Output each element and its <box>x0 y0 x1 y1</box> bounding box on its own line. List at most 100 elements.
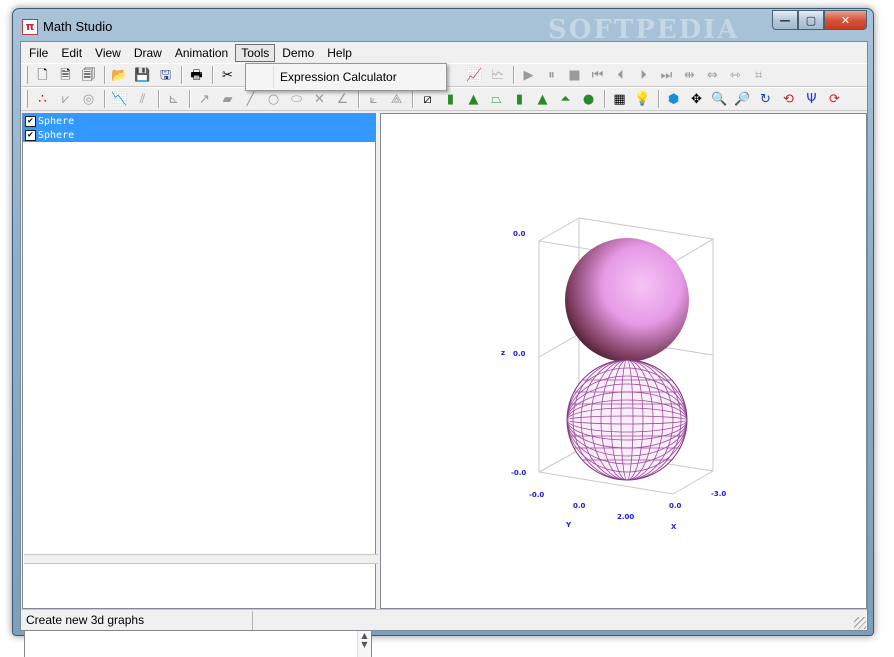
title-bar[interactable]: π Math Studio SOFTPEDIA — ▢ ✕ <box>13 9 873 45</box>
circle-icon[interactable]: ○ <box>263 89 284 109</box>
cone2-icon[interactable]: ⏶ <box>555 89 576 109</box>
menu-demo[interactable]: Demo <box>276 44 320 62</box>
client-area: File Edit View Draw Animation Tools Demo… <box>20 41 868 657</box>
object-tree[interactable]: ✔ Sphere ✔ Sphere ▲▼ ◀ ▶ <box>22 113 378 657</box>
tree-item-label: Sphere <box>38 129 75 141</box>
line-icon[interactable]: ╱ <box>240 89 261 109</box>
truncated-cone-icon[interactable]: ⏢ <box>486 89 507 109</box>
tree-item[interactable]: ✔ Sphere <box>23 114 375 128</box>
toolbar-separator <box>104 66 106 84</box>
z-axis-label: z <box>501 349 505 357</box>
menu-help[interactable]: Help <box>321 44 358 62</box>
open-folder-icon[interactable]: 📂 <box>109 65 130 85</box>
right-tick-label: 0.0 <box>669 502 682 510</box>
toolbar-grip[interactable] <box>25 90 28 108</box>
tree-item-checkbox[interactable]: ✔ <box>25 115 36 127</box>
grid-icon[interactable]: ▦ <box>609 89 630 109</box>
previous-frame-icon[interactable]: ⏴ <box>610 65 631 85</box>
plot2d-alt-icon[interactable]: ⫽ <box>132 89 153 109</box>
menu-file[interactable]: File <box>23 44 54 62</box>
vertical-scrollbar[interactable]: ▲ ▼ <box>357 631 371 657</box>
menu-tools[interactable]: Tools <box>235 43 276 62</box>
maximize-button[interactable]: ▢ <box>798 10 824 30</box>
expand-icon[interactable]: ⇔ <box>702 65 723 85</box>
pyramid-icon[interactable]: ▲ <box>532 89 553 109</box>
menu-edit[interactable]: Edit <box>55 44 88 62</box>
pause-icon[interactable]: ⏸ <box>541 65 562 85</box>
plot2d-icon[interactable]: 📉 <box>109 89 130 109</box>
cylinder2-icon[interactable]: ▮ <box>509 89 530 109</box>
plot-3d[interactable]: 0.0 0.0 -0.0 z -0.0 0.0 2.00 Y 0.0 -3.0 … <box>381 114 868 610</box>
tools-dropdown: Expression Calculator <box>245 63 447 91</box>
next-frame-icon[interactable]: ⏵ <box>633 65 654 85</box>
reset-view-icon[interactable]: ⟳ <box>824 89 845 109</box>
graph-view[interactable]: 0.0 0.0 -0.0 z -0.0 0.0 2.00 Y 0.0 -3.0 … <box>380 113 867 609</box>
light-icon[interactable]: 💡 <box>632 89 653 109</box>
tree-item-checkbox[interactable]: ✔ <box>25 129 36 141</box>
rotate-icon[interactable]: ↻ <box>755 89 776 109</box>
cut-icon[interactable]: ✂ <box>217 65 238 85</box>
angle-icon[interactable]: ∠ <box>332 89 353 109</box>
zoom-in-icon[interactable]: 🔍 <box>709 89 730 109</box>
cone-icon[interactable]: ▲ <box>463 89 484 109</box>
menu-draw[interactable]: Draw <box>128 44 168 62</box>
region-icon[interactable]: ▰ <box>217 89 238 109</box>
z-tick-label: -0.0 <box>511 469 526 477</box>
menubar: File Edit View Draw Animation Tools Demo… <box>21 42 867 63</box>
toolbar-separator <box>658 90 660 108</box>
toolbar-grip[interactable] <box>25 66 28 84</box>
app-icon[interactable]: π <box>22 19 38 35</box>
sphere-icon[interactable]: ● <box>578 89 599 109</box>
rotate-z-icon[interactable]: Ψ <box>801 89 822 109</box>
tree-item[interactable]: ✔ Sphere <box>23 128 375 142</box>
z-tick-label: 0.0 <box>513 350 526 358</box>
minimize-button[interactable]: — <box>772 10 798 30</box>
new-file-icon[interactable]: 🗋 <box>32 65 53 85</box>
toolbar-separator <box>104 90 106 108</box>
menu-animation[interactable]: Animation <box>169 44 234 62</box>
plane-icon[interactable]: ⧄ <box>417 89 438 109</box>
toolbar-separator <box>181 66 183 84</box>
close-button[interactable]: ✕ <box>824 10 867 30</box>
first-frame-icon[interactable]: ⏮ <box>587 65 608 85</box>
cylinder-icon[interactable]: ▮ <box>440 89 461 109</box>
properties-box[interactable]: ▲▼ ◀ ▶ <box>24 630 372 657</box>
cross-icon[interactable]: ✕ <box>309 89 330 109</box>
front-tick-label: -0.0 <box>529 491 544 499</box>
front-tick-label: 0.0 <box>573 502 586 510</box>
new-template-icon[interactable]: 🗎 <box>55 65 76 85</box>
shrink-icon[interactable]: ⇹ <box>679 65 700 85</box>
polar-icon[interactable]: ◎ <box>78 89 99 109</box>
zoom-out-icon[interactable]: 🔎 <box>732 89 753 109</box>
chart-settings-icon[interactable]: 🗠 <box>487 65 508 85</box>
save-icon[interactable]: 💾 <box>132 65 153 85</box>
toolbar-separator <box>212 66 214 84</box>
last-frame-icon[interactable]: ⏭ <box>656 65 677 85</box>
rotate-y-icon[interactable]: ⟲ <box>778 89 799 109</box>
save-as-icon[interactable]: 🖫 <box>155 65 176 85</box>
right-tick-label: -3.0 <box>711 490 726 498</box>
pane-splitter[interactable] <box>24 554 378 564</box>
tree-item-label: Sphere <box>38 115 75 127</box>
axes-icon[interactable]: ⊾ <box>163 89 184 109</box>
axes3d-icon[interactable]: ⟀ <box>363 89 384 109</box>
toolbar-separator <box>513 66 515 84</box>
resize-grip[interactable] <box>854 617 866 629</box>
menu-item-expression-calculator[interactable]: Expression Calculator <box>249 68 443 87</box>
properties-icon[interactable]: 🗐 <box>78 65 99 85</box>
menu-view[interactable]: View <box>89 44 127 62</box>
play-icon[interactable]: ▶ <box>518 65 539 85</box>
pan-icon[interactable]: ✥ <box>686 89 707 109</box>
vector-icon[interactable]: ↗ <box>194 89 215 109</box>
print-icon[interactable]: 🖶 <box>186 65 207 85</box>
reset-icon[interactable]: ⌗ <box>748 65 769 85</box>
chart-icon[interactable]: 📈 <box>464 65 485 85</box>
fit-icon[interactable]: ⇿ <box>725 65 746 85</box>
ellipse-icon[interactable]: ⬭ <box>286 89 307 109</box>
cube-icon[interactable]: ⬢ <box>663 89 684 109</box>
toolbar-separator <box>358 90 360 108</box>
stop-icon[interactable]: ■ <box>564 65 585 85</box>
graph-icon[interactable]: ⩗ <box>55 89 76 109</box>
axes3d-alt-icon[interactable]: ⟁ <box>386 89 407 109</box>
points-icon[interactable]: ∴ <box>32 89 53 109</box>
